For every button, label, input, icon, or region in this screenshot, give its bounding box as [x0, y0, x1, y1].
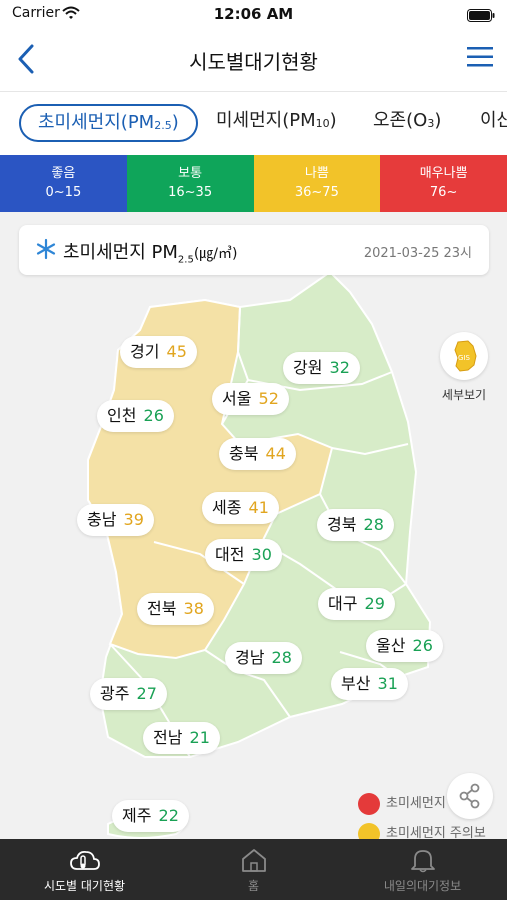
region-gangwon[interactable]: 강원 32 — [283, 352, 360, 384]
region-value: 21 — [189, 728, 210, 747]
detail-view-button[interactable]: GIS 세부보기 — [440, 332, 488, 403]
region-value: 45 — [166, 342, 187, 361]
region-value: 31 — [377, 674, 398, 693]
region-gyeongbuk[interactable]: 경북 28 — [317, 509, 394, 541]
region-gyeongnam[interactable]: 경남 28 — [225, 642, 302, 674]
home-icon — [169, 847, 338, 873]
megaphone-icon — [358, 822, 380, 839]
region-incheon[interactable]: 인천 26 — [97, 400, 174, 432]
share-icon — [447, 783, 493, 823]
pollutant-info-card: 초미세먼지 PM2.5(㎍/㎥) 2021-03-25 23시 — [19, 225, 489, 275]
tab-city-air-status[interactable]: 시도별 대기현황 — [0, 839, 169, 900]
battery-icon — [467, 7, 495, 26]
pollutant-title: 초미세먼지 PM2.5(㎍/㎥) — [63, 242, 238, 266]
region-value: 44 — [265, 444, 286, 463]
region-value: 38 — [183, 599, 204, 618]
megaphone-icon — [358, 792, 380, 815]
region-value: 29 — [364, 594, 385, 613]
legend-bad: 나쁨 36~75 — [253, 155, 381, 212]
region-daejeon[interactable]: 대전 30 — [205, 539, 282, 571]
tab-pm25[interactable]: 초미세먼지(PM2.5) — [19, 104, 198, 142]
legend-good: 좋음 0~15 — [0, 155, 127, 212]
nav-bar: 시도별대기현황 — [0, 28, 507, 92]
region-daegu[interactable]: 대구 29 — [318, 588, 395, 620]
legend-moderate: 보통 16~35 — [126, 155, 254, 212]
region-jeju[interactable]: 제주 22 — [112, 800, 189, 832]
legend-good-range: 0~15 — [45, 185, 82, 200]
region-chungnam[interactable]: 충남 39 — [77, 504, 154, 536]
map-legend-advisory: 초미세먼지 — [358, 792, 446, 815]
legend-good-label: 좋음 — [51, 166, 76, 181]
region-value: 28 — [363, 515, 384, 534]
region-value: 27 — [136, 684, 157, 703]
detail-icon-text: GIS — [458, 354, 470, 362]
region-value: 32 — [329, 358, 350, 377]
region-value: 26 — [143, 406, 164, 425]
legend-moderate-label: 보통 — [178, 166, 203, 181]
region-value: 26 — [412, 636, 433, 655]
region-jeonnam[interactable]: 전남 21 — [143, 722, 220, 754]
legend-moderate-range: 16~35 — [168, 185, 213, 200]
bell-icon — [338, 847, 507, 873]
legend-bad-range: 36~75 — [294, 185, 339, 200]
measurement-time: 2021-03-25 23시 — [363, 246, 472, 261]
status-bar: Carrier 12:06 AM — [0, 0, 507, 28]
region-value: 30 — [251, 545, 272, 564]
tab-more[interactable]: 이산 — [480, 104, 507, 142]
pollutant-tabs: 초미세먼지(PM2.5) 미세먼지(PM10) 오존(O3) 이산 — [0, 93, 507, 155]
hamburger-menu-icon[interactable] — [467, 44, 495, 70]
tab-tomorrow-forecast[interactable]: 내일의대기정보 — [338, 839, 507, 900]
korea-map-icon: GIS — [440, 332, 488, 380]
map-legend-warning: 초미세먼지 주의보 — [358, 822, 486, 839]
snowflake-icon — [35, 238, 57, 264]
cloud-thermometer-icon — [0, 847, 169, 873]
region-value: 28 — [271, 648, 292, 667]
region-sejong[interactable]: 세종 41 — [202, 492, 279, 524]
share-button[interactable] — [447, 773, 493, 819]
region-value: 52 — [258, 389, 279, 408]
level-legend: 좋음 0~15 보통 16~35 나쁨 36~75 매우나쁨 76~ — [0, 155, 507, 212]
page-title: 시도별대기현황 — [189, 50, 318, 74]
tab-home[interactable]: 홈 — [169, 839, 338, 900]
region-value: 41 — [248, 498, 269, 517]
detail-view-label: 세부보기 — [441, 388, 487, 402]
region-ulsan[interactable]: 울산 26 — [366, 630, 443, 662]
region-busan[interactable]: 부산 31 — [331, 668, 408, 700]
legend-very-bad-range: 76~ — [429, 185, 458, 200]
bottom-tab-bar: 시도별 대기현황 홈 내일의대기정보 — [0, 839, 507, 900]
tab-pm10[interactable]: 미세먼지(PM10) — [216, 104, 337, 142]
legend-bad-label: 나쁨 — [304, 166, 329, 181]
legend-very-bad: 매우나쁨 76~ — [380, 155, 507, 212]
region-chungbuk[interactable]: 충북 44 — [219, 438, 296, 470]
legend-very-bad-label: 매우나쁨 — [419, 166, 468, 181]
status-time: 12:06 AM — [213, 5, 294, 23]
region-seoul[interactable]: 서울 52 — [212, 383, 289, 415]
map-area: 초미세먼지 PM2.5(㎍/㎥) 2021-03-25 23시 경기 45 강원… — [0, 212, 507, 839]
tab-label: 홈 — [247, 879, 260, 893]
region-value: 39 — [123, 510, 144, 529]
region-gwangju[interactable]: 광주 27 — [90, 678, 167, 710]
tab-label: 시도별 대기현황 — [43, 879, 126, 893]
region-gyeonggi[interactable]: 경기 45 — [120, 336, 197, 368]
tab-ozone[interactable]: 오존(O3) — [373, 104, 441, 142]
region-jeonbuk[interactable]: 전북 38 — [137, 593, 214, 625]
region-value: 22 — [158, 806, 179, 825]
tab-label: 내일의대기정보 — [383, 879, 462, 893]
korea-map — [87, 270, 432, 839]
